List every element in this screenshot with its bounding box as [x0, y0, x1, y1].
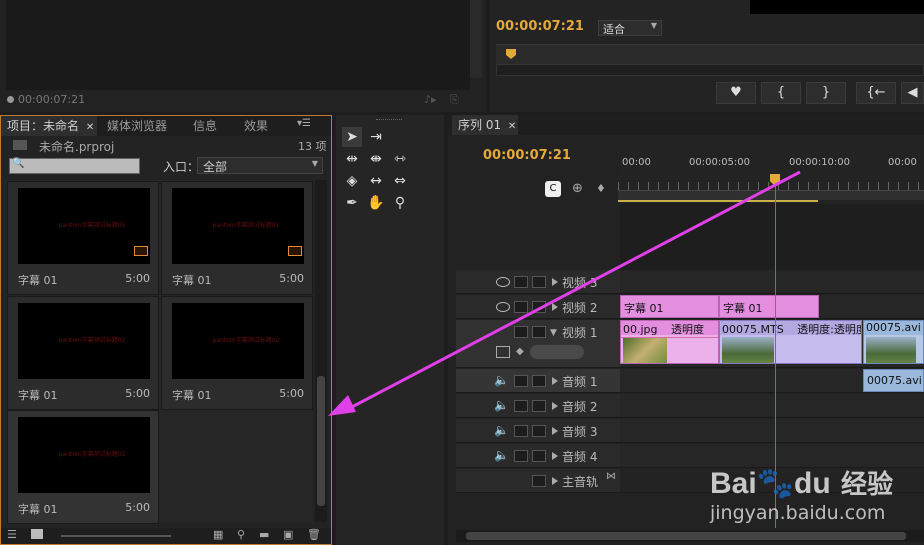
arrow-head: [328, 395, 356, 416]
watermark-url: jingyan.baidu.com: [710, 502, 886, 524]
watermark-brand: Bai: [710, 467, 757, 500]
watermark-logo: Bai🐾du 经验: [710, 464, 893, 501]
premiere-workspace: 00:00:07:21 ♪▸ ⎘ 00:00:07:21 适合 ▼ ♥ { } …: [0, 0, 924, 545]
watermark-brand2: du: [794, 467, 831, 500]
paw-icon: 🐾: [756, 467, 795, 500]
watermark: Bai🐾du 经验 jingyan.baidu.com: [710, 460, 920, 530]
arrow-shaft: [349, 170, 801, 410]
watermark-cn: 经验: [841, 469, 894, 499]
